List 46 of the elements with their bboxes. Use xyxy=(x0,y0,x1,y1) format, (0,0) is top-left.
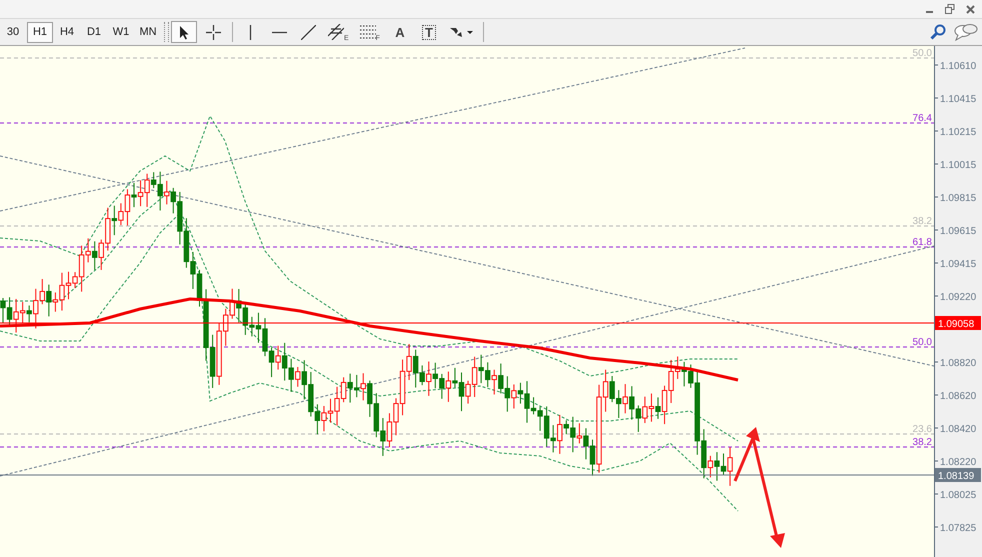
crosshair-icon xyxy=(206,24,220,40)
price-label: 1.08820 xyxy=(940,358,976,369)
timeframe-button[interactable]: H1 xyxy=(27,22,53,42)
timeframe-button[interactable]: 30 xyxy=(0,22,26,42)
label-tool-button[interactable]: T xyxy=(416,21,442,43)
horizontal-line-icon xyxy=(272,30,286,34)
text-tool-button[interactable]: A xyxy=(386,21,413,43)
vertical-line-icon xyxy=(248,24,252,40)
price-label: 1.08420 xyxy=(940,424,976,435)
fib-level-label: 38.2 xyxy=(912,437,932,448)
fib-level-label: 23.6 xyxy=(912,424,932,435)
tool-letter: A xyxy=(395,24,405,40)
price-tag: 1.09058 xyxy=(935,316,981,330)
timeframe-button[interactable]: D1 xyxy=(81,22,107,42)
close-icon xyxy=(966,4,974,14)
fib-level-label: 50.0 xyxy=(912,48,932,59)
channel-icon xyxy=(328,24,344,40)
cursor-tool-button[interactable] xyxy=(171,21,197,43)
restore-icon xyxy=(945,4,955,14)
arrows-icon xyxy=(448,25,473,39)
price-label: 1.09220 xyxy=(940,292,976,303)
price-label: 1.08620 xyxy=(940,391,976,402)
timeframe-button[interactable]: W1 xyxy=(108,22,134,42)
fib-level-label: 61.8 xyxy=(912,237,932,248)
fib-level-label: 50.0 xyxy=(912,337,932,348)
price-label: 1.08025 xyxy=(940,490,976,501)
price-label: 1.08220 xyxy=(940,457,976,468)
search-icon xyxy=(930,24,946,40)
cursor-arrow-icon xyxy=(179,24,189,40)
price-label: 1.10415 xyxy=(940,94,976,105)
price-tag: 1.08139 xyxy=(935,468,981,482)
trend-line-icon xyxy=(300,24,316,40)
price-label: 1.10015 xyxy=(940,160,976,171)
price-label: 1.09815 xyxy=(940,193,976,204)
fib-level-label: 76.4 xyxy=(912,113,932,124)
price-label: 1.09615 xyxy=(940,226,976,237)
tool-letter: T xyxy=(422,24,436,40)
fibonacci-icon xyxy=(360,25,376,39)
price-label: 1.09415 xyxy=(940,259,976,270)
price-label: 1.10610 xyxy=(940,61,976,72)
price-label: 1.07825 xyxy=(940,523,976,534)
fib-level-label: 38.2 xyxy=(912,216,932,227)
timeframe-button[interactable]: H4 xyxy=(54,22,80,42)
price-label: 1.10215 xyxy=(940,127,976,138)
chat-icon xyxy=(954,23,978,41)
timeframe-button[interactable]: MN xyxy=(135,22,161,42)
